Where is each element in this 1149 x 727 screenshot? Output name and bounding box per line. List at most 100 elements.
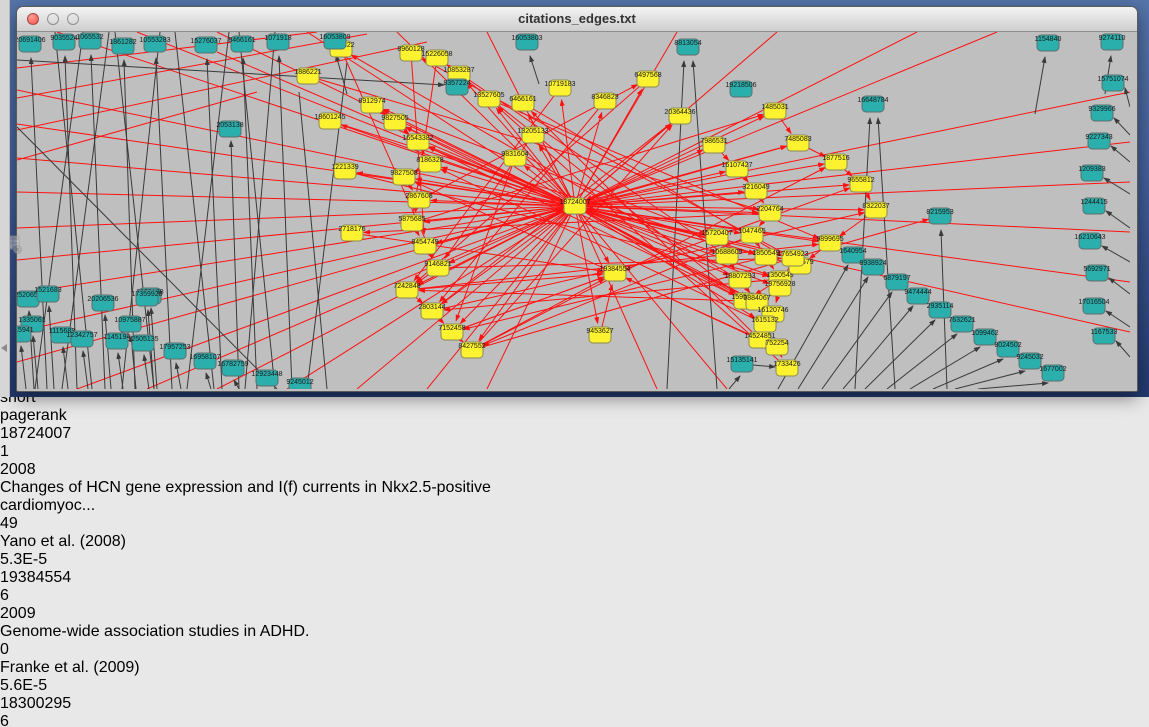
graph-node-label: 12505135 [127,336,158,343]
column-header-pagerank[interactable]: pagerank [0,407,83,425]
citation-edge-black [83,351,88,389]
graph-node-label: 16648784 [857,97,888,104]
graph-node-label: 1065532 [76,34,103,41]
graph-node-label: 9831604 [501,151,528,158]
table-cell[interactable]: Franke et al. (2009) [0,659,172,677]
table-cell[interactable]: Genome-wide association studies in ADHD. [0,623,492,641]
network-view-window[interactable]: citations_edges.txt 18724007796382289601… [16,6,1138,392]
graph-node-label: 9245032 [1016,354,1043,361]
graph-node-label: 9245012 [286,379,313,386]
graph-node-label: 752254 [765,340,788,347]
table-cell[interactable]: 5.3E-5 [0,551,83,569]
graph-node-label: 9146821 [424,261,451,268]
table-cell[interactable]: 49 [0,515,70,533]
table-cell[interactable]: 18300295 [0,695,93,713]
table-cell[interactable]: 1 [0,443,90,461]
table-row[interactable]: 1872400712008Changes of HCN gene express… [0,425,1149,569]
graph-node-label: 9274110 [1099,35,1126,42]
graph-node-label: 18724007 [559,199,590,206]
graph-node-label: 20691406 [17,37,46,44]
table-cell[interactable]: Yano et al. (2008) [0,533,172,551]
graph-node-label: 16210643 [1074,234,1105,241]
graph-node-label: 1615132 [751,317,778,324]
graph-node-label: 10719183 [544,81,575,88]
graph-node-label: 8186328 [416,157,443,164]
graph-node-label: 1677002 [1039,366,1066,373]
citation-edge-black [118,353,123,389]
graph-node-label: 16543382 [402,135,433,142]
graph-node-label: 8938924 [859,260,886,267]
table-row[interactable]: 1938455462009Genome-wide association stu… [0,569,1149,695]
graph-node-label: 16053803 [511,35,542,42]
graph-node-label: 20364436 [664,109,695,116]
graph-node-label: 12923448 [251,371,282,378]
graph-node-label: 16958107 [189,354,220,361]
graph-node-label: 2803144 [418,304,445,311]
table-cell[interactable]: 2009 [0,605,76,623]
window-title: citations_edges.txt [17,11,1137,26]
citation-edge-black [729,376,740,389]
graph-node-label: 1167533 [1091,329,1118,336]
graph-node-label: 17016504 [1078,299,1109,306]
graph-node-label: 1221339 [331,164,358,171]
graph-node-label: 3216049 [742,184,769,191]
citation-edge-red [217,206,575,389]
graph-node-label: 8427552 [458,343,485,350]
citation-edge-black [17,60,444,85]
citation-edge-red [575,206,1130,332]
graph-node-label: 1521683 [34,287,61,294]
graph-node-label: 1877516 [822,155,849,162]
table-cell[interactable]: 19384554 [0,569,93,587]
citation-edge-black [231,141,239,389]
citation-edge-black [21,346,26,389]
citation-edge-black [279,56,292,389]
graph-node-label: 7485083 [784,136,811,143]
graph-node-label: 6879197 [883,275,910,282]
citation-edge-black [1125,88,1130,107]
citation-edge-red [17,206,575,260]
graph-node-label: 9035524 [50,35,77,42]
graph-node-label: 15226058 [421,51,452,58]
table-cell[interactable]: 6 [0,587,90,605]
citation-edge-black [1035,57,1045,114]
citation-edge-black [530,56,539,84]
graph-node-label: 1071918 [264,35,291,42]
graph-node-label: 10553283 [139,37,170,44]
table-cell[interactable]: 0 [0,641,70,659]
network-desktop: citations_edges.txt 18724007796382289601… [9,0,1149,397]
graph-node-label: 17359928 [131,291,162,298]
citation-edge-black [822,292,892,389]
graph-node-label: 1350549 [766,272,793,279]
graph-node-label: 10975887 [114,317,145,324]
graph-node-label: 17957253 [159,344,190,351]
graph-node-label: 7152458 [438,325,465,332]
graph-node-label: 1335061 [18,317,45,324]
table-cell[interactable]: 18724007 [0,425,93,443]
citation-edge-black [910,347,980,389]
graph-node-label: 16053809 [319,34,350,41]
graph-node-label: 1733426 [773,361,800,368]
graph-node-label: 17654923 [777,251,808,258]
graph-node-label: 18601245 [314,114,345,121]
table-row[interactable]: 1830029562008Estimation of significance … [0,695,1149,727]
graph-node-label: 9899695 [816,236,843,243]
window-titlebar[interactable]: citations_edges.txt [17,7,1137,32]
table-cell[interactable]: 5.6E-5 [0,677,83,695]
graph-node-label: 9827505 [381,115,408,122]
network-graph[interactable]: 1872400779638228960128152260588912974982… [17,32,1130,389]
table-cell[interactable]: 6 [0,713,90,727]
graph-node-label: 7242848 [393,283,420,290]
graph-node-label: 2718176 [338,226,365,233]
table-cell[interactable]: 2008 [0,461,76,479]
citation-edge-black [1102,246,1130,262]
graph-node-label: 1209383 [1078,166,1105,173]
network-canvas[interactable]: 1872400779638228960128152260588912974982… [17,32,1137,394]
panel-collapse-arrow-icon[interactable] [1,344,7,352]
graph-node-label: 2935114 [927,303,954,310]
graph-node-label: 15751074 [1097,76,1128,83]
graph-node-label: 1047465 [738,228,765,235]
graph-node-label: 7632621 [948,317,975,324]
graph-node-label: 19218506 [725,82,756,89]
citation-edge-black [1114,118,1130,135]
table-cell[interactable]: Changes of HCN gene expression and I(f) … [0,479,492,515]
